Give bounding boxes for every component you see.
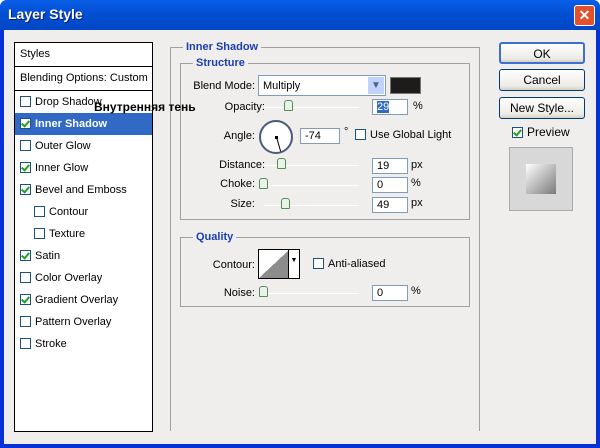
angle-label: Angle:: [223, 130, 255, 142]
anti-aliased-checkbox[interactable]: Anti-aliased: [313, 258, 385, 270]
checkbox-icon: [512, 127, 523, 138]
checkbox-icon[interactable]: [20, 96, 31, 107]
style-item-label: Pattern Overlay: [35, 316, 112, 328]
blend-mode-select[interactable]: Multiply ▼: [258, 75, 386, 96]
shadow-color-swatch[interactable]: [390, 77, 421, 94]
checkbox-icon[interactable]: [20, 118, 31, 129]
style-item[interactable]: Gradient Overlay: [15, 289, 152, 311]
choke-unit: %: [411, 177, 421, 189]
style-item-label: Texture: [49, 228, 86, 240]
annotation-text: Внутренняя тень: [94, 100, 196, 114]
style-item[interactable]: Outer Glow: [15, 135, 152, 157]
dialog-window: Layer Style ✕ Styles Blending Options: C…: [0, 0, 600, 448]
opacity-input[interactable]: 29: [372, 99, 408, 115]
choke-input[interactable]: 0: [372, 177, 408, 193]
style-item-label: Gradient Overlay: [35, 294, 119, 306]
global-light-label: Use Global Light: [370, 129, 452, 141]
size-label: Size:: [230, 198, 255, 210]
checkbox-icon[interactable]: [20, 294, 31, 305]
opacity-value: 29: [377, 101, 390, 113]
contour-label: Contour:: [212, 259, 255, 271]
checkbox-icon[interactable]: [20, 162, 31, 173]
anti-aliased-label: Anti-aliased: [328, 258, 386, 270]
distance-input[interactable]: 19: [372, 158, 408, 174]
choke-slider-thumb[interactable]: [259, 178, 268, 189]
angle-input[interactable]: -74: [300, 128, 340, 144]
noise-slider[interactable]: [264, 293, 359, 294]
distance-label: Distance:: [219, 159, 265, 171]
structure-title: Structure: [193, 57, 248, 69]
style-item[interactable]: Stroke: [15, 333, 152, 355]
preview-swatch: [509, 147, 573, 211]
blending-options[interactable]: Blending Options: Custom: [15, 67, 152, 91]
close-button[interactable]: ✕: [574, 5, 595, 26]
title-bar[interactable]: Layer Style ✕: [0, 0, 600, 30]
noise-slider-thumb[interactable]: [259, 286, 268, 297]
size-slider-thumb[interactable]: [281, 198, 290, 209]
style-item[interactable]: Inner Shadow: [15, 113, 152, 135]
checkbox-icon[interactable]: [20, 140, 31, 151]
style-item-label: Outer Glow: [35, 140, 91, 152]
style-item-label: Inner Shadow: [35, 118, 108, 130]
checkbox-icon[interactable]: [20, 250, 31, 261]
cancel-button[interactable]: Cancel: [499, 69, 585, 91]
checkbox-icon[interactable]: [20, 272, 31, 283]
window-title: Layer Style: [8, 6, 83, 22]
group-title: Inner Shadow: [183, 41, 262, 53]
dialog-body: Styles Blending Options: Custom Drop Sha…: [4, 30, 596, 444]
distance-slider-thumb[interactable]: [277, 158, 286, 169]
style-item-label: Inner Glow: [35, 162, 89, 174]
style-item[interactable]: Texture: [15, 223, 152, 245]
noise-label: Noise:: [223, 287, 255, 299]
checkbox-icon[interactable]: [20, 316, 31, 327]
size-unit: px: [411, 197, 423, 209]
style-item-label: Drop Shadow: [35, 96, 102, 108]
style-item-label: Bevel and Emboss: [35, 184, 127, 196]
angle-unit: °: [344, 126, 349, 138]
size-slider[interactable]: [264, 205, 359, 206]
noise-unit: %: [411, 285, 421, 297]
style-item-label: Stroke: [35, 338, 67, 350]
style-item-label: Satin: [35, 250, 61, 262]
structure-group: Structure Blend Mode: Multiply ▼ Opacity…: [180, 57, 470, 220]
noise-input[interactable]: 0: [372, 285, 408, 301]
ok-button[interactable]: OK: [499, 42, 585, 64]
preview-checkbox[interactable]: Preview: [512, 125, 570, 139]
checkbox-icon[interactable]: [20, 184, 31, 195]
style-item-label: Contour: [49, 206, 89, 218]
opacity-slider[interactable]: [264, 107, 359, 108]
contour-picker[interactable]: ▼: [258, 249, 300, 279]
chevron-down-icon: ▼: [288, 250, 299, 278]
new-style-button[interactable]: New Style...: [499, 97, 585, 119]
choke-slider[interactable]: [264, 185, 359, 186]
quality-title: Quality: [193, 231, 237, 243]
distance-unit: px: [411, 159, 423, 171]
checkbox-icon[interactable]: [20, 338, 31, 349]
checkbox-icon[interactable]: [34, 228, 45, 239]
style-item[interactable]: Color Overlay: [15, 267, 152, 289]
blend-mode-value: Multiply: [263, 80, 301, 92]
chevron-down-icon: ▼: [368, 77, 384, 94]
size-input[interactable]: 49: [372, 197, 408, 213]
blend-mode-label: Blend Mode:: [193, 80, 255, 92]
style-item[interactable]: Pattern Overlay: [15, 311, 152, 333]
style-item[interactable]: Contour: [15, 201, 152, 223]
checkbox-icon: [313, 258, 324, 269]
preview-label: Preview: [527, 125, 570, 139]
style-item[interactable]: Bevel and Emboss: [15, 179, 152, 201]
contour-preview: [259, 250, 289, 278]
opacity-slider-thumb[interactable]: [284, 100, 293, 111]
style-item[interactable]: Satin: [15, 245, 152, 267]
opacity-unit: %: [413, 100, 423, 112]
checkbox-icon[interactable]: [34, 206, 45, 217]
checkbox-icon: [355, 129, 366, 140]
quality-group: Quality Contour: ▼ Anti-aliased Noise: 0…: [180, 231, 470, 307]
styles-header[interactable]: Styles: [15, 43, 152, 67]
global-light-checkbox[interactable]: Use Global Light: [355, 129, 451, 141]
angle-dial[interactable]: [259, 120, 293, 154]
style-item[interactable]: Inner Glow: [15, 157, 152, 179]
choke-label: Choke:: [220, 178, 255, 190]
style-item-label: Color Overlay: [35, 272, 103, 284]
